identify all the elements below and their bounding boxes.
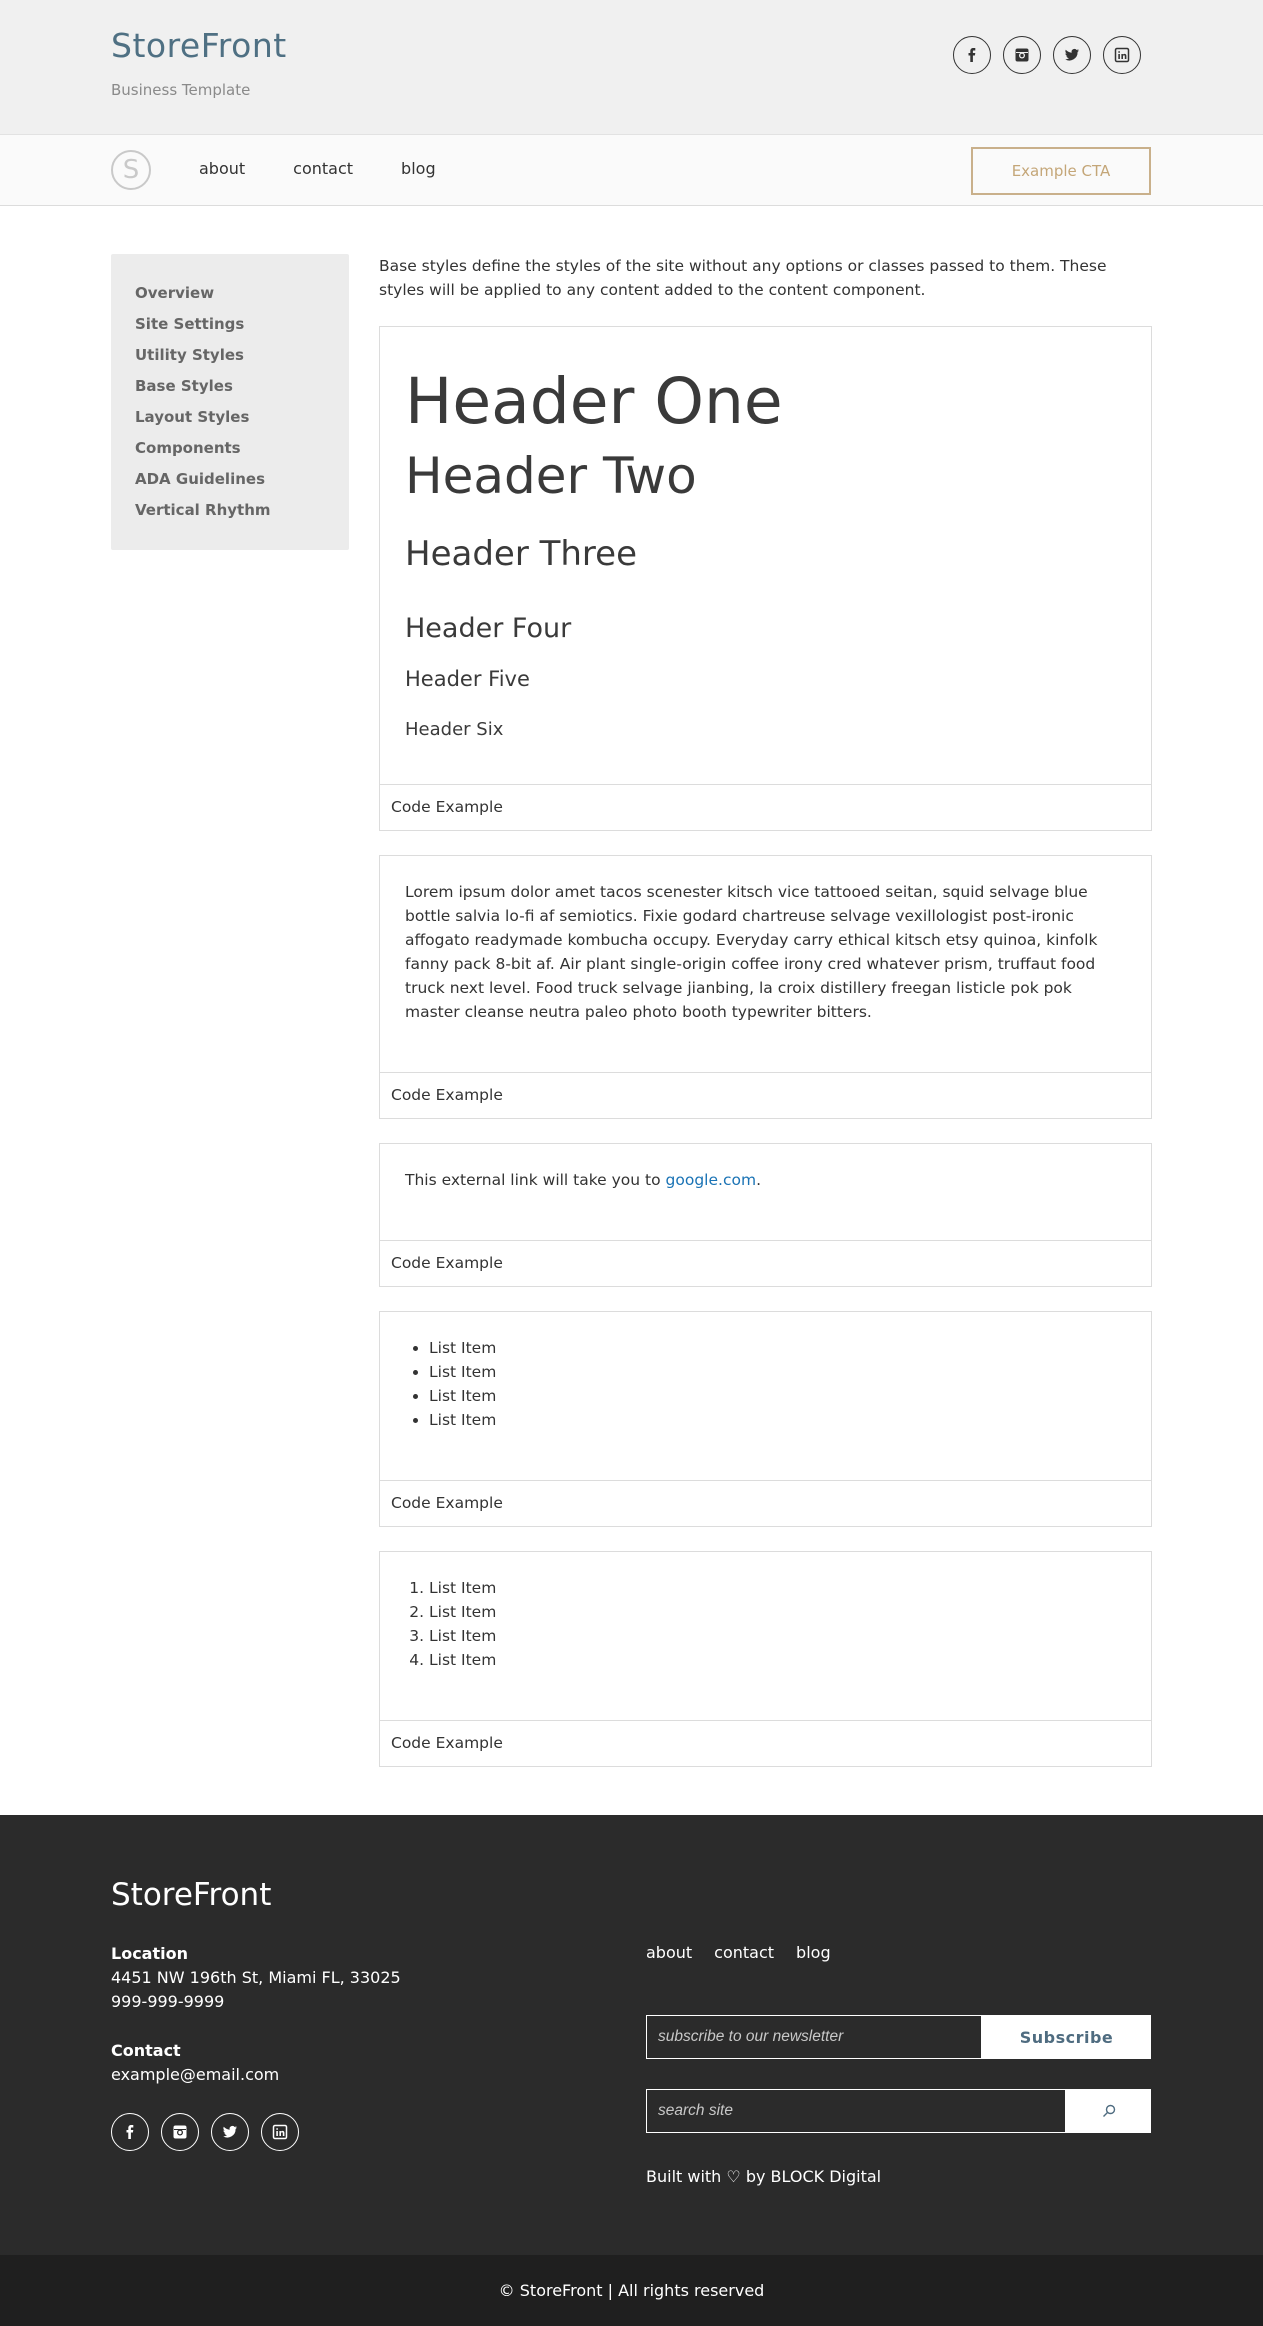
site-footer: StoreFront Location 4451 NW 196th St, Mi… [0, 1815, 1263, 2255]
facebook-icon[interactable] [953, 36, 991, 74]
paragraph-card: Lorem ipsum dolor amet tacos scenester k… [379, 855, 1152, 1119]
header-one: Header One [405, 365, 783, 438]
subscribe-button[interactable]: Subscribe [982, 2015, 1151, 2059]
list-item: List Item [429, 1408, 1126, 1432]
nav-link-blog[interactable]: blog [401, 159, 436, 178]
built-with-credit: Built with ♡ by BLOCK Digital [646, 2167, 882, 2186]
sidebar-item-vertical-rhythm[interactable]: Vertical Rhythm [135, 495, 325, 526]
search-button[interactable] [1066, 2089, 1151, 2133]
phone[interactable]: 999-999-9999 [111, 1992, 224, 2011]
header-four: Header Four [405, 613, 572, 644]
list-item: List Item [429, 1336, 1126, 1360]
nav-link-contact[interactable]: contact [293, 159, 353, 178]
site-tagline: Business Template [111, 81, 251, 99]
header-six: Header Six [405, 719, 504, 740]
ordered-list-card: List Item List Item List Item List Item … [379, 1551, 1152, 1767]
footer-link-blog[interactable]: blog [796, 1943, 831, 1962]
search-input[interactable]: search site [646, 2089, 1066, 2133]
sidebar-item-overview[interactable]: Overview [135, 278, 325, 309]
google-link[interactable]: google.com [666, 1171, 757, 1189]
nav-links: about contact blog [199, 159, 436, 178]
sidebar-item-layout-styles[interactable]: Layout Styles [135, 402, 325, 433]
sidebar-item-ada-guidelines[interactable]: ADA Guidelines [135, 464, 325, 495]
header-five: Header Five [405, 667, 530, 691]
address: 4451 NW 196th St, Miami FL, 33025 [111, 1968, 401, 1987]
header-two: Header Two [405, 447, 697, 505]
main-nav: S about contact blog Example CTA [0, 134, 1263, 206]
unordered-list: List Item List Item List Item List Item [405, 1336, 1126, 1432]
newsletter-form: subscribe to our newsletter Subscribe [646, 2015, 1151, 2059]
code-example-toggle[interactable]: Code Example [380, 1240, 1151, 1286]
search-form: search site [646, 2089, 1151, 2133]
link-card: This external link will take you to goog… [379, 1143, 1152, 1287]
search-icon [1102, 2104, 1115, 2117]
headers-card: Header One Header Two Header Three Heade… [379, 326, 1152, 831]
sidebar-item-utility-styles[interactable]: Utility Styles [135, 340, 325, 371]
header-social [953, 36, 1141, 74]
sidebar-item-base-styles[interactable]: Base Styles [135, 371, 325, 402]
footer-links: about contact blog [646, 1943, 831, 1962]
sidebar: Overview Site Settings Utility Styles Ba… [111, 254, 349, 550]
nav-link-about[interactable]: about [199, 159, 245, 178]
code-example-toggle[interactable]: Code Example [380, 1072, 1151, 1118]
contact-label: Contact [111, 2041, 181, 2060]
sidebar-item-site-settings[interactable]: Site Settings [135, 309, 325, 340]
linkedin-icon[interactable] [261, 2113, 299, 2151]
footer-brand[interactable]: StoreFront [111, 1877, 271, 1913]
linkedin-icon[interactable] [1103, 36, 1141, 74]
link-sentence: This external link will take you to goog… [405, 1168, 1126, 1192]
intro-text: Base styles define the styles of the sit… [379, 257, 1107, 299]
link-prefix: This external link will take you to [405, 1171, 666, 1189]
header-three: Header Three [405, 534, 637, 574]
list-item: List Item [429, 1384, 1126, 1408]
ordered-list: List Item List Item List Item List Item [405, 1576, 1126, 1672]
instagram-icon[interactable] [1003, 36, 1041, 74]
list-item: List Item [429, 1576, 1126, 1600]
copyright-text: © StoreFront | All rights reserved [498, 2281, 765, 2300]
site-brand[interactable]: StoreFront [111, 26, 287, 65]
sidebar-item-components[interactable]: Components [135, 433, 325, 464]
twitter-icon[interactable] [1053, 36, 1091, 74]
newsletter-input[interactable]: subscribe to our newsletter [646, 2015, 982, 2059]
code-example-toggle[interactable]: Code Example [380, 784, 1151, 830]
logo-mark[interactable]: S [111, 150, 151, 190]
footer-social [111, 2113, 299, 2151]
location-label: Location [111, 1944, 188, 1963]
cta-button[interactable]: Example CTA [971, 147, 1151, 195]
sample-paragraph: Lorem ipsum dolor amet tacos scenester k… [405, 883, 1098, 1021]
footer-link-contact[interactable]: contact [714, 1943, 774, 1962]
facebook-icon[interactable] [111, 2113, 149, 2151]
instagram-icon[interactable] [161, 2113, 199, 2151]
unordered-list-card: List Item List Item List Item List Item … [379, 1311, 1152, 1527]
twitter-icon[interactable] [211, 2113, 249, 2151]
list-item: List Item [429, 1600, 1126, 1624]
footer-link-about[interactable]: about [646, 1943, 692, 1962]
code-example-toggle[interactable]: Code Example [380, 1480, 1151, 1526]
copyright-bar: © StoreFront | All rights reserved [0, 2255, 1263, 2326]
list-item: List Item [429, 1624, 1126, 1648]
list-item: List Item [429, 1360, 1126, 1384]
link-suffix: . [756, 1171, 761, 1189]
site-header: StoreFront Business Template [0, 0, 1263, 134]
code-example-toggle[interactable]: Code Example [380, 1720, 1151, 1766]
email[interactable]: example@email.com [111, 2065, 279, 2084]
list-item: List Item [429, 1648, 1126, 1672]
